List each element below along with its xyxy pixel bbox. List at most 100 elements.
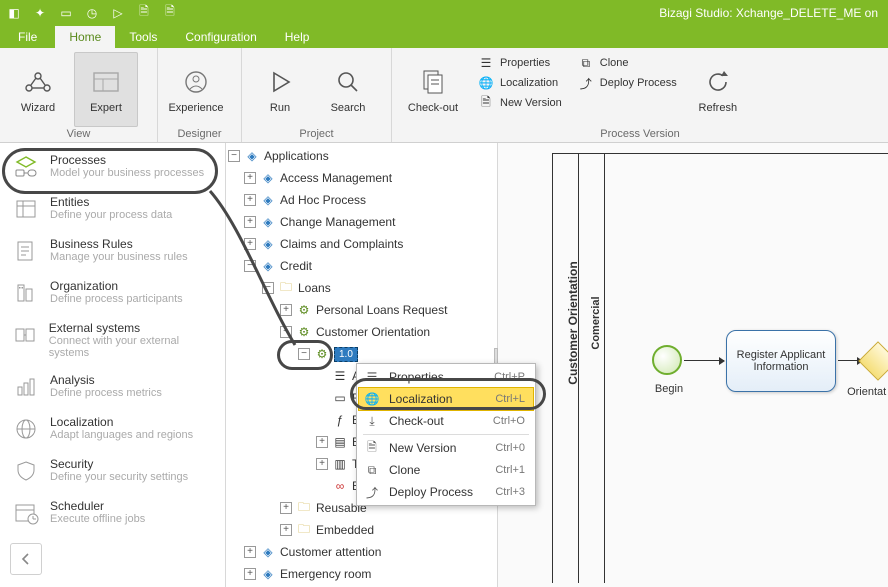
qat-export-icon[interactable]: 🗎	[162, 5, 178, 21]
deploy-button[interactable]: ⤴ Deploy Process	[572, 74, 683, 92]
nav-processes-sub: Model your business processes	[50, 167, 204, 179]
tree-item[interactable]: +🗀Embedded	[226, 519, 497, 541]
expand-icon[interactable]: +	[280, 524, 292, 536]
expand-icon[interactable]: +	[244, 238, 256, 250]
deploy-label: Deploy Process	[600, 77, 677, 89]
ctx-deploy[interactable]: ⤴ Deploy Process Ctrl+3	[359, 481, 533, 503]
expand-icon[interactable]: +	[244, 194, 256, 206]
tab-configuration[interactable]: Configuration	[171, 26, 270, 48]
nav-ext[interactable]: External systemsConnect with your extern…	[0, 315, 225, 367]
refresh-button[interactable]: Refresh	[687, 52, 749, 127]
run-button[interactable]: Run	[248, 52, 312, 127]
upload-icon: ⤴	[578, 75, 594, 91]
ctx-label: Properties	[389, 370, 444, 384]
tree-credit[interactable]: −◈Credit	[226, 255, 497, 277]
tab-help[interactable]: Help	[271, 26, 324, 48]
qat-window-icon[interactable]: ▭	[58, 5, 74, 21]
entities-icon	[12, 195, 40, 223]
collapse-icon[interactable]: −	[228, 150, 240, 162]
nav-rules[interactable]: Business RulesManage your business rules	[0, 231, 225, 273]
processes-icon	[12, 153, 40, 181]
nav-loc-title: Localization	[50, 415, 193, 429]
nav-scheduler[interactable]: SchedulerExecute offline jobs	[0, 493, 225, 535]
bpmn-start-event[interactable]	[652, 345, 682, 375]
clone-button[interactable]: ⧉ Clone	[572, 54, 683, 72]
nav-security[interactable]: SecurityDefine your security settings	[0, 451, 225, 493]
expand-icon[interactable]: +	[244, 172, 256, 184]
collapse-icon[interactable]: −	[280, 326, 292, 338]
qat-diagram-icon[interactable]: ✦	[32, 5, 48, 21]
app-menu-icon[interactable]: ◧	[6, 5, 22, 21]
tree-item[interactable]: +◈Ad Hoc Process	[226, 189, 497, 211]
qat-play-icon[interactable]: ▷	[110, 5, 126, 21]
localization-button[interactable]: 🌐 Localization	[472, 74, 568, 92]
tree-applications[interactable]: −◈Applications	[226, 145, 497, 167]
tree-item[interactable]: +⚙Personal Loans Request	[226, 299, 497, 321]
checkout-label: Check-out	[408, 102, 458, 114]
tab-home[interactable]: Home	[55, 26, 115, 48]
bpmn-sequence-flow[interactable]	[684, 360, 724, 361]
expand-icon[interactable]: +	[244, 216, 256, 228]
newversion-button[interactable]: 🗎 New Version	[472, 94, 568, 112]
search-icon	[332, 66, 364, 98]
tree-customer-orientation[interactable]: −⚙Customer Orientation	[226, 321, 497, 343]
expand-icon[interactable]: +	[280, 502, 292, 514]
properties-button[interactable]: ☰ Properties	[472, 54, 568, 72]
cube-icon: ◈	[244, 148, 260, 164]
tree-item[interactable]: +◈Claims and Complaints	[226, 233, 497, 255]
nav-processes[interactable]: ProcessesModel your business processes	[0, 147, 225, 189]
search-button[interactable]: Search	[316, 52, 380, 127]
tab-tools[interactable]: Tools	[115, 26, 171, 48]
bpmn-task[interactable]: Register Applicant Information	[726, 330, 836, 392]
nav-localization[interactable]: LocalizationAdapt languages and regions	[0, 409, 225, 451]
nav-loc-sub: Adapt languages and regions	[50, 429, 193, 441]
nav-entities[interactable]: EntitiesDefine your process data	[0, 189, 225, 231]
qat-clock-icon[interactable]: ◷	[84, 5, 100, 21]
ctx-newversion[interactable]: 🗎 New Version Ctrl+0	[359, 437, 533, 459]
ctx-shortcut: Ctrl+0	[495, 442, 525, 454]
collapse-icon[interactable]: −	[244, 260, 256, 272]
ribbon: Wizard Expert View Experience Designer	[0, 48, 888, 143]
tree-version[interactable]: −⚙1.0	[226, 343, 497, 365]
folder-icon: 🗀	[296, 522, 312, 538]
tab-file[interactable]: File	[8, 26, 55, 48]
tree-item[interactable]: +◈Customer attention	[226, 541, 497, 563]
diagram-canvas[interactable]: Customer Orientation Comercial Begin Reg…	[498, 143, 888, 587]
nav-org-title: Organization	[50, 279, 183, 293]
tree-loans[interactable]: −🗀Loans	[226, 277, 497, 299]
ctx-label: Localization	[389, 392, 452, 406]
expand-icon[interactable]: +	[244, 546, 256, 558]
version-icon: ⚙	[314, 346, 330, 362]
ctx-checkout[interactable]: ⤓ Check-out Ctrl+O	[359, 410, 533, 432]
ctx-shortcut: Ctrl+3	[495, 486, 525, 498]
checkout-button[interactable]: Check-out	[398, 52, 468, 127]
cube-icon: ◈	[260, 544, 276, 560]
expand-icon[interactable]: +	[280, 304, 292, 316]
elements-icon: ∞	[332, 478, 348, 494]
qat-doc-icon[interactable]: 🗎	[136, 5, 152, 21]
nav-entities-sub: Define your process data	[50, 209, 172, 221]
tree-item[interactable]: +◈Emergency room	[226, 563, 497, 585]
cube-icon: ◈	[260, 236, 276, 252]
expert-button[interactable]: Expert	[74, 52, 138, 127]
collapse-icon[interactable]: −	[262, 282, 274, 294]
copy-icon: ⧉	[578, 55, 594, 71]
experience-button[interactable]: Experience	[164, 52, 228, 127]
ctx-clone[interactable]: ⧉ Clone Ctrl+1	[359, 459, 533, 481]
bpmn-gateway[interactable]	[858, 341, 888, 381]
ctx-localization[interactable]: 🌐 Localization Ctrl+L	[359, 388, 533, 410]
wizard-button[interactable]: Wizard	[6, 52, 70, 127]
collapse-icon[interactable]: −	[298, 348, 310, 360]
tree-item[interactable]: +◈Change Management	[226, 211, 497, 233]
group-view-label: View	[6, 127, 151, 140]
tree-item[interactable]: +◈Access Management	[226, 167, 497, 189]
expand-icon[interactable]: +	[316, 458, 328, 470]
properties-label: Properties	[500, 57, 550, 69]
ctx-properties[interactable]: ☰ Properties Ctrl+P	[359, 366, 533, 388]
nav-back-button[interactable]	[10, 543, 42, 575]
context-menu: ☰ Properties Ctrl+P 🌐 Localization Ctrl+…	[356, 363, 536, 506]
expand-icon[interactable]: +	[244, 568, 256, 580]
expand-icon[interactable]: +	[316, 436, 328, 448]
nav-org[interactable]: OrganizationDefine process participants	[0, 273, 225, 315]
nav-analysis[interactable]: AnalysisDefine process metrics	[0, 367, 225, 409]
